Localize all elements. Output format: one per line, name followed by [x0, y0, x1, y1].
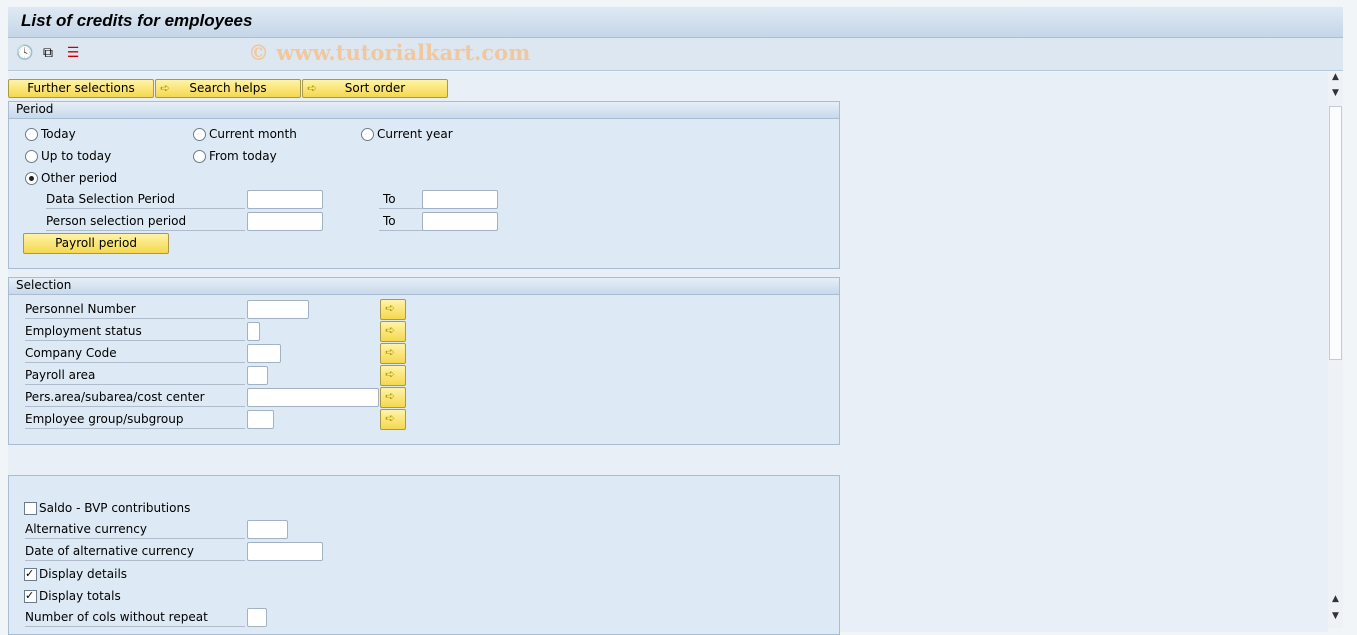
scroll-up-page-icon[interactable]: ▼ — [1328, 88, 1343, 102]
arrow-icon: ➪ — [385, 389, 396, 403]
cols-without-repeat-label: Number of cols without repeat — [25, 608, 245, 627]
person-selection-period-label: Person selection period — [46, 212, 245, 231]
checkbox-label: Display totals — [39, 589, 121, 603]
group-title: Selection — [9, 278, 839, 295]
alt-currency-input[interactable] — [247, 520, 288, 539]
payroll-period-button[interactable]: Payroll period — [23, 233, 169, 254]
radio-label: Up to today — [41, 149, 112, 163]
personnel-number-input[interactable] — [247, 300, 309, 319]
multiple-selection-button[interactable]: ➪ — [380, 321, 406, 342]
pers-area-input[interactable] — [247, 388, 379, 407]
get-variant-icon[interactable]: ⧉ — [39, 45, 57, 63]
radio-from-today[interactable]: From today — [193, 148, 277, 164]
scroll-up-icon[interactable]: ▲ — [1328, 72, 1343, 86]
multiple-selection-button[interactable]: ➪ — [380, 409, 406, 430]
to-label: To — [379, 212, 423, 231]
execute-icon[interactable]: 🕓 — [16, 45, 34, 63]
page-title: List of credits for employees — [21, 11, 253, 30]
arrow-icon: ➪ — [385, 301, 396, 315]
application-toolbar: 🕓 ⧉ ☰ © www.tutorialkart.com — [8, 38, 1343, 71]
scrollbar-thumb[interactable] — [1329, 106, 1342, 360]
alt-currency-date-label: Date of alternative currency — [25, 542, 245, 561]
scroll-down-page-icon[interactable]: ▲ — [1328, 594, 1343, 608]
radio-today[interactable]: Today — [25, 126, 76, 142]
person-selection-from-input[interactable] — [247, 212, 323, 231]
arrow-icon: ➪ — [160, 81, 171, 95]
options-group: Saldo - BVP contributions Alternative cu… — [8, 475, 840, 635]
arrow-icon: ➪ — [385, 345, 396, 359]
cols-without-repeat-input[interactable] — [247, 608, 267, 627]
sort-order-button[interactable]: ➪ Sort order — [302, 79, 448, 98]
checkbox-label: Display details — [39, 567, 128, 581]
arrow-icon: ➪ — [385, 367, 396, 381]
to-label: To — [379, 190, 423, 209]
radio-current-month[interactable]: Current month — [193, 126, 297, 142]
payroll-area-label: Payroll area — [25, 366, 245, 385]
search-helps-button[interactable]: ➪ Search helps — [155, 79, 301, 98]
button-label: Search helps — [189, 81, 267, 95]
display-details-checkbox[interactable]: Display details — [24, 566, 127, 582]
radio-current-year[interactable]: Current year — [361, 126, 453, 142]
alt-currency-label: Alternative currency — [25, 520, 245, 539]
arrow-icon: ➪ — [307, 81, 318, 95]
saldo-checkbox[interactable]: Saldo - BVP contributions — [24, 500, 190, 516]
scroll-down-icon[interactable]: ▼ — [1328, 611, 1343, 625]
selection-screen: Further selections ➪ Search helps ➪ Sort o… — [8, 72, 1328, 635]
alt-currency-date-input[interactable] — [247, 542, 323, 561]
data-selection-from-input[interactable] — [247, 190, 323, 209]
button-label: Sort order — [344, 81, 406, 95]
arrow-icon: ➪ — [385, 411, 396, 425]
employment-status-label: Employment status — [25, 322, 245, 341]
checkbox-label: Saldo - BVP contributions — [39, 501, 191, 515]
personnel-number-label: Personnel Number — [25, 300, 245, 319]
group-title: Period — [9, 102, 839, 119]
period-group: Period Today Current month Current year … — [8, 101, 840, 269]
company-code-label: Company Code — [25, 344, 245, 363]
data-selection-period-label: Data Selection Period — [46, 190, 245, 209]
watermark: © www.tutorialkart.com — [248, 40, 531, 65]
multiple-selection-button[interactable]: ➪ — [380, 299, 406, 320]
title-bar: List of credits for employees — [8, 7, 1343, 38]
further-selections-button[interactable]: Further selections — [8, 79, 154, 98]
display-totals-checkbox[interactable]: Display totals — [24, 588, 121, 604]
multiple-selection-button[interactable]: ➪ — [380, 387, 406, 408]
payroll-area-input[interactable] — [247, 366, 268, 385]
radio-label: Current month — [209, 127, 297, 141]
data-selection-to-input[interactable] — [422, 190, 498, 209]
selection-group: Selection Personnel Number ➪ Employment … — [8, 277, 840, 445]
company-code-input[interactable] — [247, 344, 281, 363]
person-selection-to-input[interactable] — [422, 212, 498, 231]
radio-label: Other period — [41, 171, 118, 185]
multiple-selection-button[interactable]: ➪ — [380, 343, 406, 364]
employment-status-input[interactable] — [247, 322, 260, 341]
radio-label: From today — [209, 149, 277, 163]
radio-label: Current year — [377, 127, 453, 141]
radio-up-to-today[interactable]: Up to today — [25, 148, 111, 164]
selection-options-icon[interactable]: ☰ — [64, 45, 82, 63]
radio-other-period[interactable]: Other period — [25, 170, 117, 186]
radio-label: Today — [41, 127, 76, 141]
multiple-selection-button[interactable]: ➪ — [380, 365, 406, 386]
employee-group-label: Employee group/subgroup — [25, 410, 245, 429]
arrow-icon: ➪ — [385, 323, 396, 337]
pers-area-label: Pers.area/subarea/cost center — [25, 388, 245, 407]
employee-group-input[interactable] — [247, 410, 274, 429]
